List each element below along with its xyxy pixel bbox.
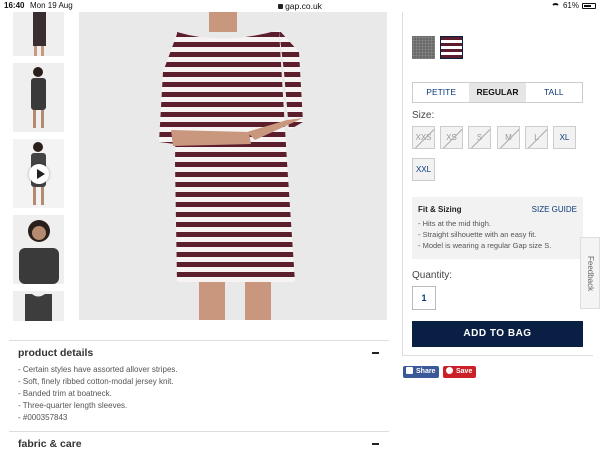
battery-icon [582, 2, 596, 9]
product-details-header[interactable]: product details [9, 340, 389, 363]
url-text: gap.co.uk [285, 1, 322, 11]
pinterest-save-label: Save [456, 368, 473, 375]
lock-icon [278, 4, 284, 9]
address-bar[interactable]: gap.co.uk [0, 1, 600, 11]
tab-tall[interactable]: TALL [526, 83, 582, 102]
battery-percent: 61% [562, 1, 579, 10]
fit-tabs: PETITE REGULAR TALL [412, 82, 583, 103]
facebook-share-label: Share [416, 368, 436, 375]
list-item: - Straight silhouette with an easy fit. [418, 230, 537, 239]
list-item: - #000357843 [18, 413, 68, 422]
list-item: - Hits at the mid thigh. [418, 219, 491, 228]
main-product-image[interactable] [79, 12, 387, 320]
quantity-label: Quantity: [412, 270, 453, 281]
panel-divider [402, 12, 403, 355]
model-striped-dress-image [159, 12, 303, 320]
size-option-s[interactable]: S [468, 126, 491, 149]
list-item: - Three-quarter length sleeves. [18, 401, 128, 410]
collapse-icon[interactable] [372, 443, 379, 445]
product-thumbnail[interactable] [13, 63, 64, 132]
size-option-xl[interactable]: XL [553, 126, 576, 149]
panel-divider [402, 355, 593, 356]
tab-regular[interactable]: REGULAR [469, 83, 526, 102]
product-details-list: - Certain styles have assorted allover s… [18, 364, 178, 424]
fit-sizing-title: Fit & Sizing [418, 205, 462, 214]
size-option-label: XXL [415, 165, 432, 174]
size-option-xxs[interactable]: XXS [412, 126, 435, 149]
model-thumbnail-image [31, 67, 46, 128]
size-option-xxl[interactable]: XXL [412, 158, 435, 181]
list-item: - Soft, finely ribbed cotton-modal jerse… [18, 377, 174, 386]
dress-thumbnail-image [33, 12, 46, 56]
product-thumbnail[interactable] [13, 215, 64, 284]
color-swatch-grey[interactable] [412, 36, 435, 59]
facebook-share-button[interactable]: Share [403, 366, 440, 378]
facebook-icon [406, 367, 413, 374]
size-option-xs[interactable]: XS [440, 126, 463, 149]
pinterest-save-button[interactable]: Save [443, 366, 477, 378]
size-guide-link[interactable]: SIZE GUIDE [532, 205, 577, 214]
size-label: Size: [412, 110, 435, 121]
list-item: - Certain styles have assorted allover s… [18, 365, 178, 374]
product-details-title: product details [18, 347, 94, 359]
video-thumbnail[interactable] [13, 139, 64, 208]
play-icon[interactable] [28, 163, 49, 184]
pinterest-icon [446, 367, 453, 374]
color-swatch-stripe[interactable] [440, 36, 463, 59]
feedback-tab[interactable]: Feedback [580, 237, 600, 309]
feedback-label: Feedback [586, 256, 595, 292]
quantity-input[interactable]: 1 [412, 286, 436, 310]
size-option-label: XL [559, 133, 570, 142]
fabric-care-title: fabric & care [18, 438, 82, 450]
fit-list: - Hits at the mid thigh. - Straight silh… [418, 218, 551, 251]
status-bar: 16:40 Mon 19 Aug gap.co.uk 61% [0, 0, 600, 12]
list-item: - Model is wearing a regular Gap size S. [418, 241, 552, 250]
closeup-thumbnail-image [19, 220, 59, 284]
product-thumbnail[interactable] [13, 12, 64, 56]
list-item: - Banded trim at boatneck. [18, 389, 112, 398]
fabric-care-header[interactable]: fabric & care [9, 431, 389, 454]
product-thumbnail[interactable] [13, 291, 64, 321]
tab-petite[interactable]: PETITE [413, 83, 469, 102]
size-option-l[interactable]: L [525, 126, 548, 149]
size-option-m[interactable]: M [497, 126, 520, 149]
dress-flat-thumbnail-image [25, 294, 52, 321]
fit-sizing-box: Fit & Sizing SIZE GUIDE - Hits at the mi… [412, 197, 583, 259]
collapse-icon[interactable] [372, 352, 379, 354]
wifi-icon [550, 2, 560, 9]
add-to-bag-button[interactable]: ADD TO BAG [412, 321, 583, 347]
